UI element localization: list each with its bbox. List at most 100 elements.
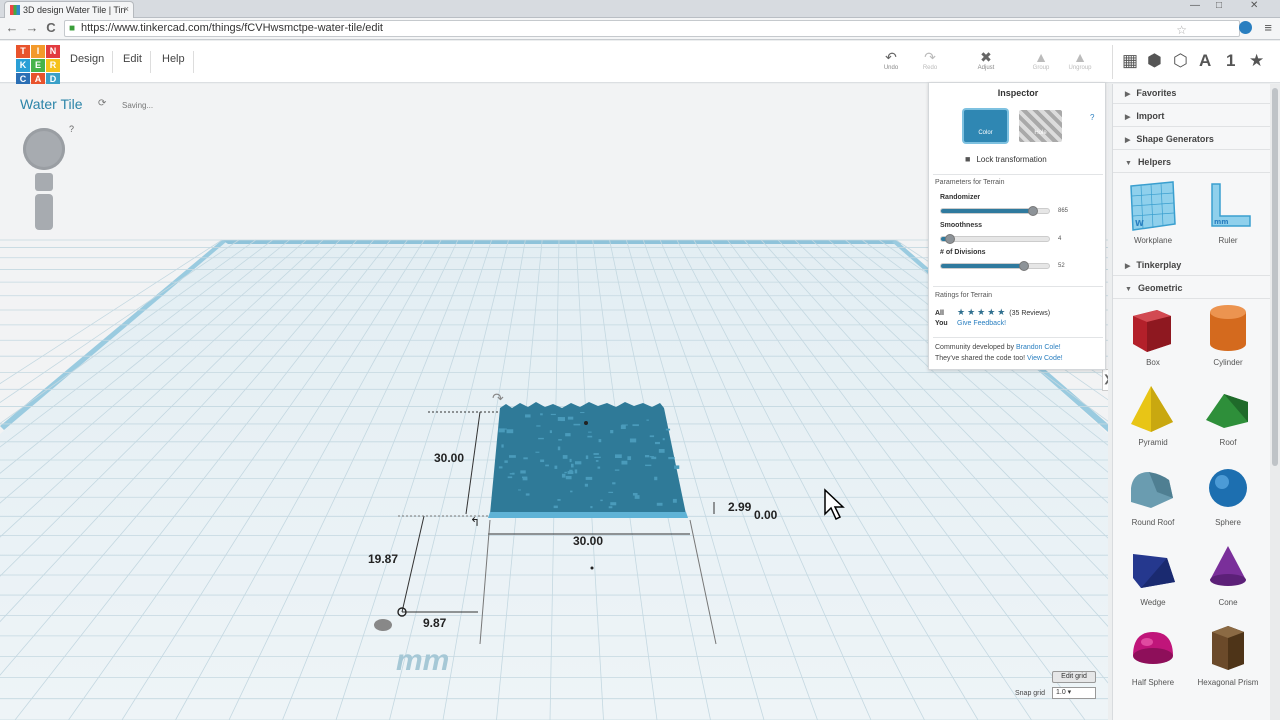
window-maximize-button[interactable]: □ <box>1216 0 1222 16</box>
sidebar-scrollbar[interactable] <box>1270 84 1280 720</box>
redo-button[interactable]: ↷ Redo <box>910 49 950 71</box>
home-view-button[interactable] <box>35 173 53 191</box>
shape-label: Roof <box>1219 438 1237 447</box>
snap-grid-select[interactable]: 1.0 ▾ <box>1052 687 1096 699</box>
view-code-link[interactable]: View Code! <box>1027 355 1063 362</box>
category-label: Shape Generators <box>1136 134 1214 144</box>
dimension-y-offset-label[interactable]: 19.87 <box>368 552 398 566</box>
bookmark-star-icon[interactable]: ☆ <box>1176 23 1187 37</box>
tinkercad-logo[interactable]: TINKERCAD <box>16 45 60 87</box>
window-minimize-button[interactable]: — <box>1190 0 1200 16</box>
forward-button[interactable]: → <box>24 20 40 36</box>
slider-knob[interactable] <box>1018 261 1029 271</box>
reload-button[interactable]: C <box>43 20 59 36</box>
give-feedback-link[interactable]: Give Feedback! <box>957 320 1006 327</box>
shape-roof[interactable]: Roof <box>1193 382 1263 447</box>
category-geometric[interactable]: ▼ Geometric <box>1113 279 1271 299</box>
inspector-divider <box>933 337 1103 338</box>
hole-swatch-button[interactable]: Hole <box>1019 110 1062 142</box>
lock-transformation-toggle[interactable]: ■ Lock transformation <box>965 154 1047 164</box>
randomizer-slider[interactable] <box>940 206 1050 216</box>
rating-you-row: You Give Feedback! <box>935 320 1006 327</box>
helper-workplane[interactable]: W Workplane <box>1118 180 1188 245</box>
outline-cube-icon[interactable]: ⬡ <box>1173 51 1188 71</box>
shape-box[interactable]: Box <box>1118 302 1188 367</box>
category-import[interactable]: ▶ Import <box>1113 107 1271 127</box>
category-favorites[interactable]: ▶ Favorites <box>1113 84 1271 104</box>
adjust-button[interactable]: ✖ Adjust <box>966 49 1006 71</box>
view-help-icon[interactable]: ? <box>69 124 74 134</box>
smoothness-value: 4 <box>1058 236 1062 242</box>
divisions-slider[interactable] <box>940 261 1050 271</box>
cube-view-icon[interactable]: ⬢ <box>1147 51 1162 71</box>
dimension-height-label[interactable]: 30.00 <box>434 451 464 465</box>
water-speckle <box>565 433 571 437</box>
slider-knob[interactable] <box>1028 206 1039 216</box>
water-speckle <box>662 438 665 441</box>
zoom-control[interactable] <box>35 194 53 230</box>
water-speckle <box>646 419 649 421</box>
group-button[interactable]: ▲ Group <box>1021 49 1061 71</box>
randomizer-value: 865 <box>1058 208 1069 214</box>
color-swatch-button[interactable]: Color <box>964 110 1007 142</box>
favorite-star-icon[interactable]: ★ <box>1249 51 1264 71</box>
snap-grid-label: Snap grid <box>1015 690 1045 697</box>
number-shape-icon[interactable]: 1 <box>1226 51 1235 71</box>
shape-half-sphere[interactable]: Half Sphere <box>1118 622 1188 687</box>
browser-menu-icon[interactable]: ≡ <box>1264 20 1272 35</box>
water-speckle <box>554 465 558 469</box>
dimension-base-label[interactable]: 0.00 <box>754 508 777 522</box>
dimension-width-label[interactable]: 30.00 <box>573 534 603 548</box>
water-speckle <box>620 425 626 430</box>
dimension-elevation-label[interactable]: 2.99 <box>728 500 751 514</box>
text-shape-icon[interactable]: A <box>1199 51 1211 71</box>
window-close-button[interactable]: ✕ <box>1250 0 1258 16</box>
author-link[interactable]: Brandon Cole! <box>1016 344 1061 351</box>
shape-label: Half Sphere <box>1131 678 1175 687</box>
water-speckle <box>573 423 581 426</box>
edit-grid-button[interactable]: Edit grid <box>1052 671 1096 683</box>
scrollbar-thumb[interactable] <box>1272 88 1278 466</box>
smoothness-slider[interactable] <box>940 234 1050 244</box>
inspector-help-icon[interactable]: ? <box>1090 113 1094 122</box>
shape-round-roof[interactable]: Round Roof <box>1118 462 1188 527</box>
ungroup-button[interactable]: ▲ Ungroup <box>1060 49 1100 71</box>
design-title[interactable]: Water Tile <box>20 96 83 112</box>
extension-icon[interactable] <box>1239 21 1252 34</box>
browser-tab[interactable]: 3D design Water Tile | Tin × <box>4 1 134 18</box>
menu-help[interactable]: Help <box>162 53 185 65</box>
shape-label: Pyramid <box>1138 438 1168 447</box>
helper-label: Workplane <box>1133 236 1173 245</box>
redo-label: Redo <box>922 65 938 71</box>
water-speckle <box>569 458 572 463</box>
menu-design[interactable]: Design <box>70 53 104 65</box>
slider-knob[interactable] <box>944 234 955 244</box>
menu-edit[interactable]: Edit <box>123 53 142 65</box>
undo-button[interactable]: ↶ Undo <box>871 49 911 71</box>
shape-cone[interactable]: Cone <box>1193 542 1263 607</box>
orbit-control[interactable] <box>23 128 65 170</box>
grid-view-icon[interactable]: ▦ <box>1122 51 1138 71</box>
shape-hex-prism[interactable]: Hexagonal Prism <box>1193 622 1263 687</box>
category-tinkerplay[interactable]: ▶ Tinkerplay <box>1113 256 1271 276</box>
helper-ruler[interactable]: mm Ruler <box>1193 180 1263 245</box>
menu-divider <box>150 51 151 73</box>
water-speckle <box>668 456 675 460</box>
dimension-x-offset-label[interactable]: 9.87 <box>423 616 446 630</box>
water-speckle <box>658 449 665 453</box>
water-speckle <box>567 416 574 420</box>
shape-pyramid[interactable]: Pyramid <box>1118 382 1188 447</box>
category-label: Tinkerplay <box>1136 260 1182 270</box>
credit-text: They've shared the code too! <box>935 355 1028 362</box>
shape-cylinder[interactable]: Cylinder <box>1193 302 1263 367</box>
shape-sphere[interactable]: Sphere <box>1193 462 1263 527</box>
collapse-panel-icon[interactable]: ❯ <box>1102 369 1108 391</box>
shape-label: Cylinder <box>1213 358 1243 367</box>
shape-wedge[interactable]: Wedge <box>1118 542 1188 607</box>
address-bar[interactable]: ■ https://www.tinkercad.com/things/fCVHw… <box>64 20 1240 37</box>
back-button[interactable]: ← <box>4 20 20 36</box>
category-helpers[interactable]: ▼ Helpers <box>1113 153 1271 173</box>
tab-close-icon[interactable]: × <box>124 4 129 14</box>
water-speckle <box>590 506 593 509</box>
category-shape-generators[interactable]: ▶ Shape Generators <box>1113 130 1271 150</box>
